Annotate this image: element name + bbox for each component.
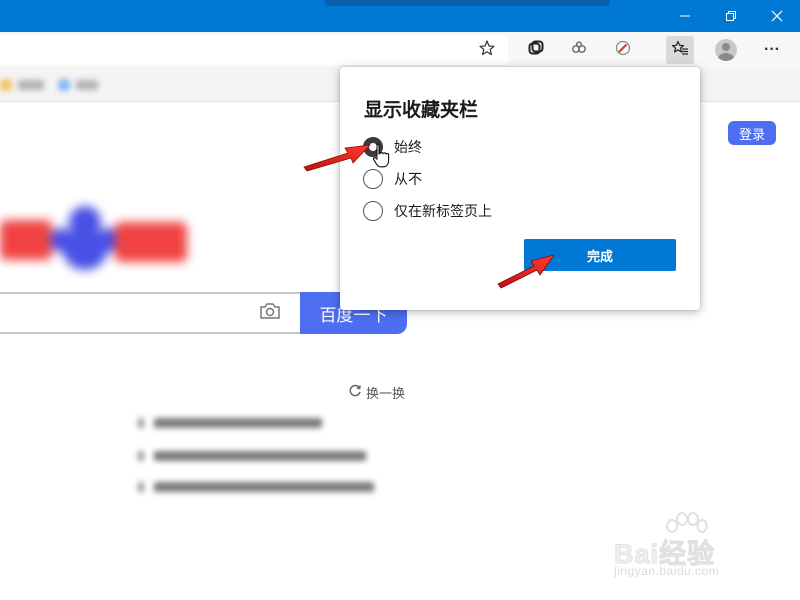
favorites-icon bbox=[671, 39, 689, 62]
title-bar-tab-strip bbox=[325, 0, 610, 6]
add-favorite-button[interactable] bbox=[473, 36, 501, 64]
option-label: 从不 bbox=[394, 171, 422, 187]
page-icon bbox=[58, 79, 70, 91]
favorites-bar-item-label bbox=[76, 80, 98, 90]
restore-button[interactable] bbox=[708, 0, 754, 32]
extension2-icon bbox=[614, 39, 632, 62]
baidu-logo bbox=[0, 200, 200, 274]
extension-icon bbox=[570, 39, 588, 62]
extension2-button[interactable] bbox=[609, 36, 637, 64]
address-bar[interactable] bbox=[0, 35, 508, 65]
hot-search-text bbox=[154, 418, 322, 428]
more-icon: ··· bbox=[764, 41, 780, 58]
hot-search-rank bbox=[138, 418, 144, 428]
option-new-tab-only[interactable]: 仅在新标签页上 bbox=[363, 201, 492, 221]
hot-search-text bbox=[154, 482, 374, 492]
option-label: 始终 bbox=[394, 139, 422, 155]
done-button[interactable]: 完成 bbox=[524, 239, 676, 271]
option-always[interactable]: 始终 bbox=[363, 137, 422, 157]
minimize-icon bbox=[679, 10, 691, 22]
hot-search-item[interactable] bbox=[138, 480, 374, 494]
radio-always[interactable] bbox=[363, 137, 383, 157]
minimize-button[interactable] bbox=[662, 0, 708, 32]
collections-icon bbox=[527, 39, 545, 62]
dialog-title: 显示收藏夹栏 bbox=[364, 100, 479, 121]
radio-never[interactable] bbox=[363, 169, 383, 189]
hot-search-rank bbox=[138, 451, 144, 461]
camera-button[interactable] bbox=[258, 302, 282, 324]
login-button[interactable]: 登录 bbox=[728, 121, 776, 145]
radio-new-tab-only[interactable] bbox=[363, 201, 383, 221]
favorites-button[interactable] bbox=[666, 36, 694, 64]
collections-button[interactable] bbox=[522, 36, 550, 64]
browser-window: ··· 登录 百度一下 换一换 显示收藏夹栏 始终 从不 仅在新标签页上 完成 … bbox=[0, 0, 800, 600]
watermark-url: jingyan.baidu.com bbox=[614, 564, 720, 578]
extension-button[interactable] bbox=[565, 36, 593, 64]
hot-search-item[interactable] bbox=[138, 449, 366, 463]
baidu-jingyan-watermark: Bai经验 jingyan.baidu.com bbox=[612, 512, 772, 586]
favorites-bar-item[interactable] bbox=[58, 77, 98, 93]
restore-icon bbox=[725, 10, 737, 22]
search-input[interactable] bbox=[0, 292, 300, 334]
show-favorites-bar-dialog: 显示收藏夹栏 始终 从不 仅在新标签页上 完成 bbox=[340, 67, 700, 310]
hot-search-item[interactable] bbox=[138, 416, 322, 430]
title-bar bbox=[0, 0, 800, 32]
profile-icon bbox=[715, 39, 737, 61]
favorites-bar-item-label bbox=[18, 80, 44, 90]
option-label: 仅在新标签页上 bbox=[394, 203, 492, 219]
browser-toolbar: ··· bbox=[0, 32, 800, 68]
favorites-bar-item[interactable] bbox=[0, 77, 44, 93]
camera-icon bbox=[259, 302, 281, 325]
more-button[interactable]: ··· bbox=[758, 36, 786, 64]
refresh-icon bbox=[348, 384, 362, 401]
profile-button[interactable] bbox=[712, 36, 740, 64]
hot-search-rank bbox=[138, 482, 144, 492]
close-icon bbox=[771, 10, 783, 22]
hot-search-text bbox=[154, 451, 366, 461]
folder-icon bbox=[0, 79, 12, 91]
option-never[interactable]: 从不 bbox=[363, 169, 422, 189]
refresh-link[interactable]: 换一换 bbox=[348, 383, 405, 402]
refresh-label: 换一换 bbox=[366, 386, 406, 401]
star-add-icon bbox=[478, 39, 496, 62]
close-button[interactable] bbox=[754, 0, 800, 32]
